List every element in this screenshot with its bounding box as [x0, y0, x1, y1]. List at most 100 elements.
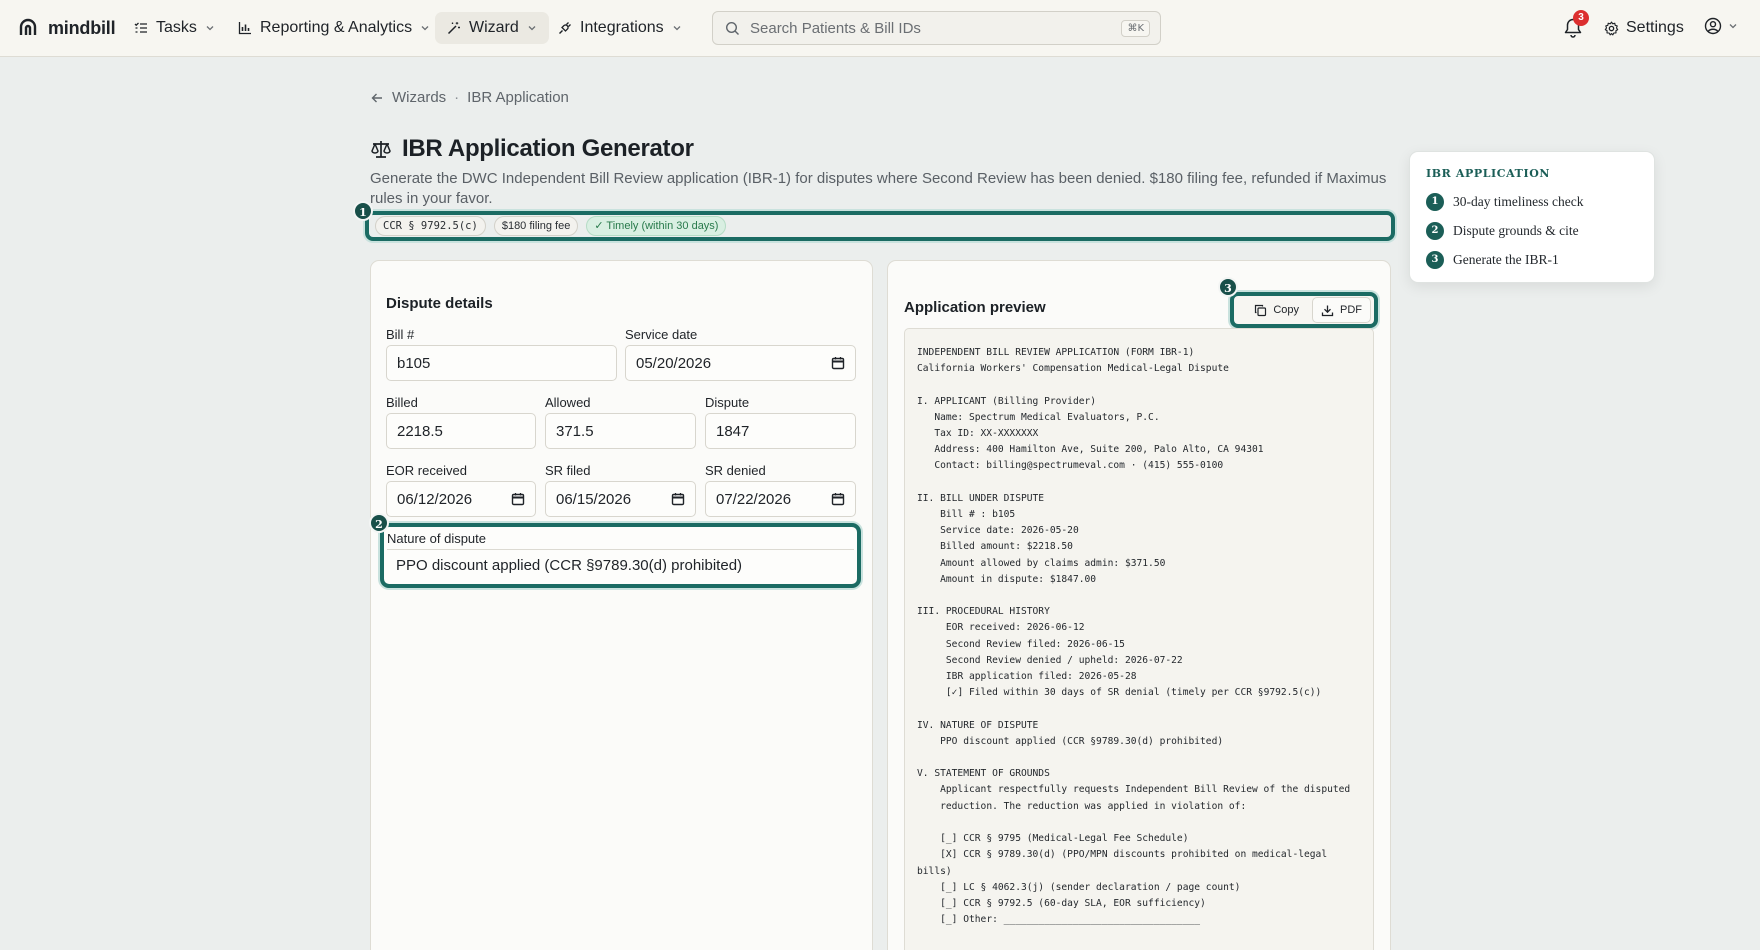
guide-step-1[interactable]: 1 30-day timeliness check — [1426, 193, 1583, 211]
breadcrumb: Wizards · IBR Application — [370, 89, 569, 106]
bill-number-label: Bill # — [386, 327, 415, 342]
dispute-details-title: Dispute details — [386, 295, 493, 312]
regulation-chip: CCR § 9792.5(c) — [375, 216, 486, 236]
pdf-label: PDF — [1340, 304, 1362, 316]
chevron-down-icon — [1729, 24, 1737, 29]
step-marker-3: 3 — [1218, 277, 1238, 297]
application-preview-text: INDEPENDENT BILL REVIEW APPLICATION (FOR… — [917, 347, 1351, 926]
preview-actions: Copy PDF — [1230, 292, 1378, 328]
breadcrumb-wizards-link[interactable]: Wizards — [392, 89, 446, 106]
page-title-text: IBR Application Generator — [402, 135, 694, 162]
copy-button[interactable]: Copy — [1245, 297, 1308, 323]
guide-step-label: Dispute grounds & cite — [1453, 223, 1579, 238]
chevron-down-icon — [673, 26, 681, 31]
dispute-amount-input[interactable]: 1847 — [705, 413, 856, 449]
eor-received-input[interactable]: 06/12/2026 — [386, 481, 536, 517]
service-date-value: 05/20/2026 — [636, 354, 712, 372]
calendar-icon[interactable] — [831, 356, 845, 370]
eor-received-label: EOR received — [386, 463, 467, 478]
sr-filed-label: SR filed — [545, 463, 591, 478]
pdf-download-button[interactable]: PDF — [1312, 297, 1371, 323]
chevron-down-icon — [528, 26, 536, 31]
billed-value: 2218.5 — [397, 422, 443, 440]
timely-status-chip: ✓ Timely (within 30 days) — [586, 216, 727, 236]
nav-reporting-label: Reporting & Analytics — [260, 19, 413, 36]
guide-step-number: 3 — [1426, 251, 1444, 269]
nav-wizard[interactable]: Wizard — [435, 12, 549, 44]
nav-tasks-label: Tasks — [156, 19, 197, 36]
search-icon — [725, 21, 739, 35]
step-marker-1: 1 — [353, 201, 373, 221]
settings-label: Settings — [1626, 19, 1684, 36]
sr-denied-label: SR denied — [705, 463, 766, 478]
user-circle-icon — [1704, 17, 1722, 35]
application-preview-title: Application preview — [904, 299, 1046, 316]
nature-of-dispute-label: Nature of dispute — [387, 531, 487, 546]
guide-step-number: 1 — [1426, 193, 1444, 211]
requirements-chips: CCR § 9792.5(c) $180 filing fee ✓ Timely… — [365, 211, 1395, 241]
breadcrumb-separator: · — [454, 89, 460, 106]
copy-icon — [1255, 304, 1267, 316]
step-marker-2: 2 — [369, 513, 389, 533]
billed-input[interactable]: 2218.5 — [386, 413, 536, 449]
plug-icon — [559, 22, 571, 34]
nav-integrations[interactable]: Integrations — [546, 12, 694, 44]
magic-wand-icon — [447, 22, 460, 35]
bill-number-value: b105 — [397, 354, 431, 372]
sr-denied-input[interactable]: 07/22/2026 — [705, 481, 856, 517]
profile-menu[interactable] — [1704, 17, 1738, 35]
dispute-amount-label: Dispute — [705, 395, 750, 410]
ibr-steps-title: IBR APPLICATION — [1426, 167, 1551, 180]
dispute-amount-value: 1847 — [716, 422, 750, 440]
brand-name: mindbill — [48, 17, 116, 38]
sr-filed-value: 06/15/2026 — [556, 490, 632, 508]
nature-of-dispute-field[interactable]: Nature of dispute PPO discount applied (… — [380, 523, 861, 588]
calendar-icon[interactable] — [511, 492, 525, 506]
sr-filed-input[interactable]: 06/15/2026 — [545, 481, 696, 517]
notification-count-badge: 3 — [1573, 10, 1589, 26]
mindbill-logo-icon — [19, 18, 37, 35]
breadcrumb-current: IBR Application — [467, 89, 569, 106]
chevron-down-icon — [421, 26, 429, 31]
billed-label: Billed — [386, 395, 418, 410]
nav-integrations-label: Integrations — [580, 19, 664, 36]
settings-button[interactable]: Settings — [1604, 16, 1684, 40]
search-bar[interactable]: ⌘K — [712, 11, 1161, 45]
top-nav-bar: mindbill Tasks Reporting & Analytics Wiz… — [0, 0, 1760, 57]
eor-received-value: 06/12/2026 — [397, 490, 473, 508]
nature-of-dispute-value: PPO discount applied (CCR §9789.30(d) pr… — [396, 557, 743, 574]
allowed-label: Allowed — [545, 395, 591, 410]
allowed-value: 371.5 — [556, 422, 594, 440]
nav-wizard-label: Wizard — [469, 19, 519, 36]
calendar-icon[interactable] — [831, 492, 845, 506]
guide-step-label: Generate the IBR-1 — [1453, 252, 1559, 267]
copy-label: Copy — [1273, 304, 1299, 316]
gear-icon — [1604, 21, 1619, 35]
nav-reporting-analytics[interactable]: Reporting & Analytics — [226, 12, 442, 44]
nav-tasks[interactable]: Tasks — [122, 12, 227, 44]
chevron-down-icon — [206, 26, 214, 31]
guide-step-3[interactable]: 3 Generate the IBR-1 — [1426, 251, 1559, 269]
application-preview-text-area[interactable]: INDEPENDENT BILL REVIEW APPLICATION (FOR… — [904, 328, 1374, 950]
page-title: IBR Application Generator — [370, 135, 694, 163]
filing-fee-chip: $180 filing fee — [493, 216, 579, 236]
page-subtitle: Generate the DWC Independent Bill Review… — [370, 170, 1387, 207]
sr-denied-value: 07/22/2026 — [716, 490, 792, 508]
nature-of-dispute-input[interactable]: PPO discount applied (CCR §9789.30(d) pr… — [387, 549, 854, 581]
search-shortcut-hint: ⌘K — [1121, 19, 1150, 37]
ibr-steps-panel: IBR APPLICATION 1 30-day timeliness chec… — [1409, 151, 1655, 283]
download-icon — [1321, 305, 1334, 316]
brand[interactable]: mindbill — [18, 16, 116, 40]
arrow-left-icon[interactable] — [370, 91, 384, 105]
guide-step-label: 30-day timeliness check — [1453, 194, 1584, 209]
bill-number-input[interactable]: b105 — [386, 345, 617, 381]
guide-step-number: 2 — [1426, 222, 1444, 240]
calendar-icon[interactable] — [671, 492, 685, 506]
scale-icon — [371, 141, 391, 158]
guide-step-2[interactable]: 2 Dispute grounds & cite — [1426, 222, 1579, 240]
search-input[interactable] — [750, 19, 1112, 37]
list-check-icon — [134, 22, 147, 33]
allowed-input[interactable]: 371.5 — [545, 413, 696, 449]
bar-chart-icon — [238, 22, 251, 35]
service-date-input[interactable]: 05/20/2026 — [625, 345, 856, 381]
